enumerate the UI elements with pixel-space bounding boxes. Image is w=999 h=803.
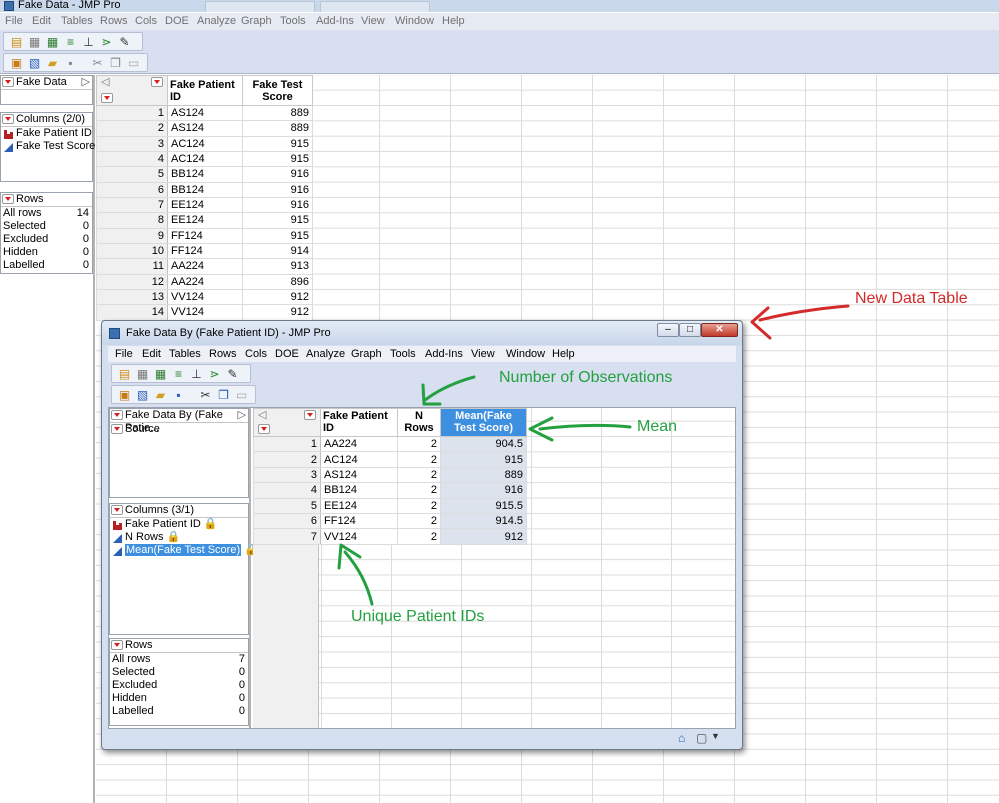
annotation-number-of-observations: Number of Observations — [499, 369, 673, 386]
annotation-arrows — [337, 304, 850, 606]
annotation-new-data-table: New Data Table — [855, 290, 968, 307]
arrow-mean — [538, 423, 632, 431]
arrowhead-new-data-table — [750, 306, 772, 340]
annotation-unique-patient-ids: Unique Patient IDs — [351, 608, 485, 625]
arrow-number-of-observations — [423, 375, 476, 402]
arrow-unique-patient-ids — [343, 550, 374, 606]
annotation-mean: Mean — [637, 418, 678, 435]
arrow-new-data-table — [758, 304, 850, 322]
